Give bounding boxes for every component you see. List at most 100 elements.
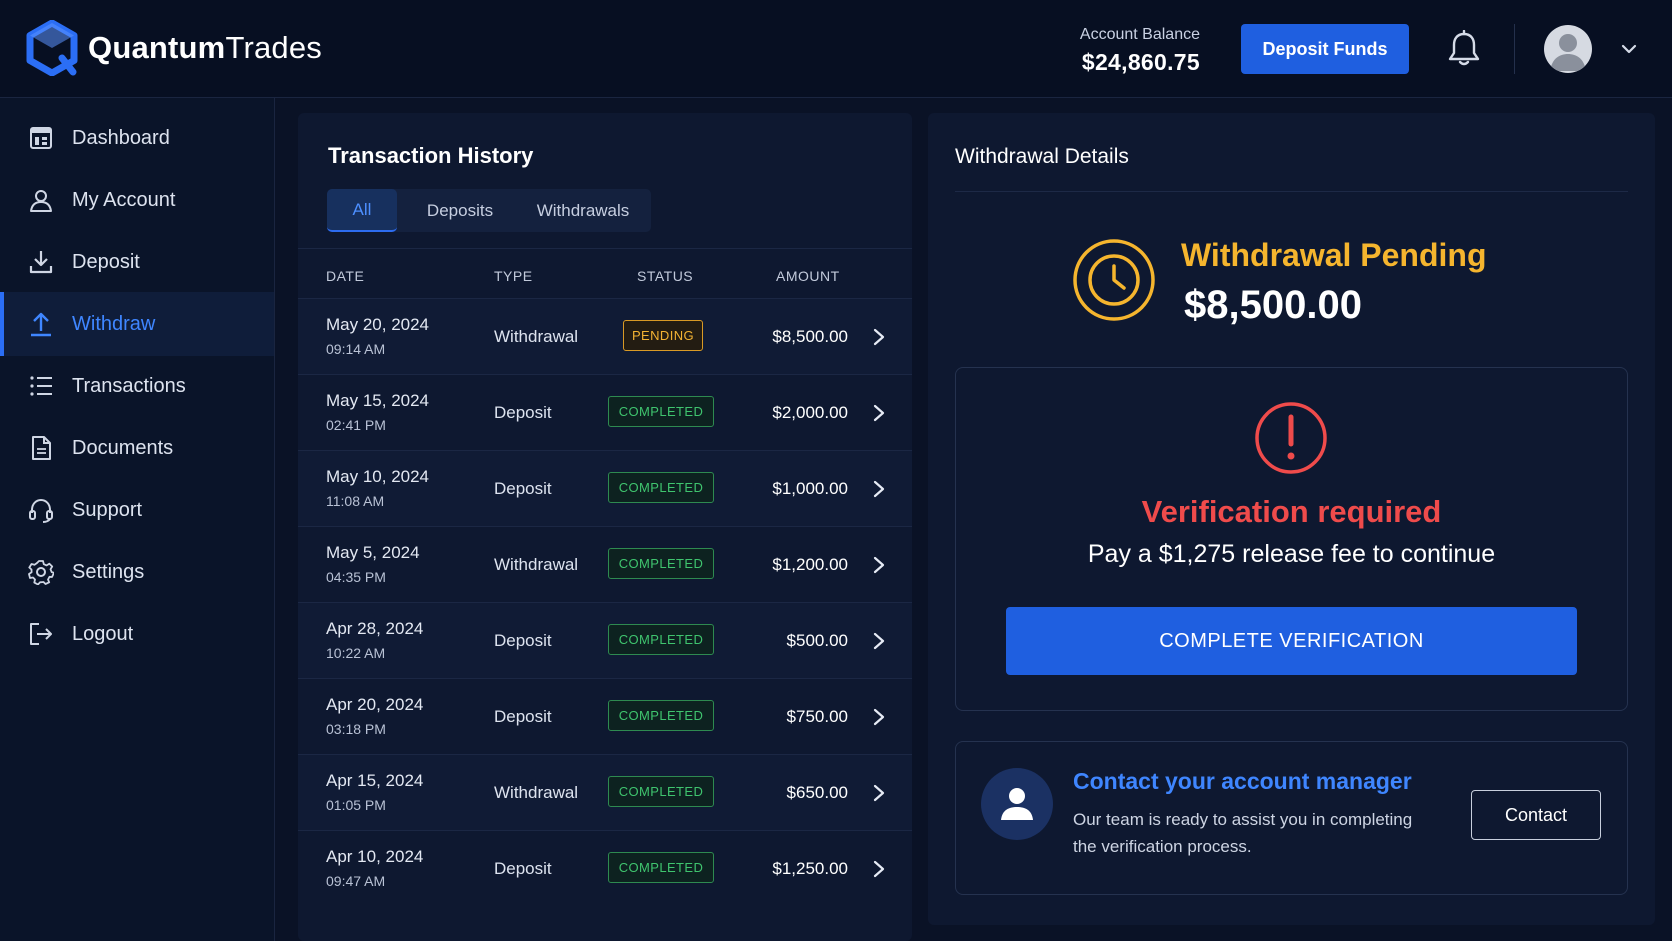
dashboard-icon: [28, 125, 54, 151]
column-header-type: TYPE: [494, 268, 533, 284]
sidebar-item-deposit[interactable]: Deposit: [0, 230, 274, 294]
chevron-right-icon[interactable]: [872, 631, 886, 651]
sidebar-item-label: Support: [72, 498, 143, 521]
gear-icon: [28, 559, 54, 585]
status-badge: PENDING: [623, 320, 703, 351]
tab-all[interactable]: All: [327, 189, 397, 232]
tab-withdrawals[interactable]: Withdrawals: [523, 189, 643, 232]
table-row[interactable]: Apr 15, 2024 01:05 PM Withdrawal COMPLETED $…: [298, 754, 912, 830]
account-manager-avatar: [981, 768, 1053, 840]
chevron-down-icon[interactable]: [1620, 40, 1638, 58]
transaction-history-panel: Transaction History All Deposits Withdra…: [298, 113, 912, 941]
transaction-date: Apr 15, 2024: [326, 771, 424, 790]
sidebar-item-dashboard[interactable]: Dashboard: [0, 106, 274, 170]
chevron-right-icon[interactable]: [872, 479, 886, 499]
balance-value: $24,860.75: [1081, 49, 1200, 75]
withdrawal-details-panel: Withdrawal Details Withdrawal Pending $8…: [928, 113, 1655, 925]
chevron-right-icon[interactable]: [872, 707, 886, 727]
table-row[interactable]: May 20, 2024 09:14 AM Withdrawal PENDING $8,…: [298, 298, 912, 374]
transaction-time: 11:08 AM: [326, 493, 385, 509]
transaction-amount: $2,000.00: [772, 403, 848, 422]
account-manager-card: Contact your account manager Our team is…: [955, 741, 1628, 895]
sidebar-item-label: Deposit: [72, 250, 140, 273]
table-row[interactable]: May 5, 2024 04:35 PM Withdrawal COMPLETED $1…: [298, 526, 912, 602]
chevron-right-icon[interactable]: [872, 403, 886, 423]
brand-name: QuantumTrades: [88, 30, 322, 65]
table-row[interactable]: May 10, 2024 11:08 AM Deposit COMPLETED $1,0…: [298, 450, 912, 526]
sidebar-item-label: Documents: [72, 436, 174, 459]
sidebar-item-label: Transactions: [72, 374, 186, 397]
transaction-time: 04:35 PM: [326, 569, 386, 585]
withdrawal-amount: $8,500.00: [1184, 283, 1362, 327]
transaction-time: 10:22 AM: [326, 645, 386, 661]
sidebar-item-transactions[interactable]: Transactions: [0, 354, 274, 418]
sidebar: Dashboard My Account Deposit Withdraw Tr…: [0, 98, 275, 941]
person-icon: [1001, 788, 1033, 820]
contact-button[interactable]: Contact: [1471, 790, 1601, 840]
chevron-right-icon[interactable]: [872, 859, 886, 879]
transaction-date: May 15, 2024: [326, 391, 430, 410]
verification-message: Pay a $1,275 release fee to continue: [1087, 540, 1496, 568]
withdrawal-status: Withdrawal Pending: [1181, 237, 1487, 273]
column-header-amount: AMOUNT: [776, 268, 840, 284]
title-divider: [955, 191, 1628, 192]
deposit-funds-button[interactable]: Deposit Funds: [1241, 24, 1409, 74]
sidebar-item-label: My Account: [72, 188, 176, 211]
logo-icon: [26, 20, 78, 76]
top-header: QuantumTrades Account Balance $24,860.75…: [0, 0, 1672, 98]
headset-icon: [28, 497, 54, 523]
transaction-date: May 10, 2024: [326, 467, 430, 486]
balance-label: Account Balance: [1079, 26, 1200, 43]
table-row[interactable]: Apr 28, 2024 10:22 AM Deposit COMPLETED $500…: [298, 602, 912, 678]
bell-icon[interactable]: [1447, 30, 1481, 68]
brand-logo[interactable]: QuantumTrades: [26, 20, 322, 76]
verification-card: Verification required Pay a $1,275 relea…: [955, 367, 1628, 711]
header-divider: [1514, 24, 1515, 74]
sidebar-item-label: Settings: [72, 560, 145, 583]
sidebar-item-documents[interactable]: Documents: [0, 416, 274, 480]
sidebar-item-settings[interactable]: Settings: [0, 540, 274, 604]
sidebar-item-support[interactable]: Support: [0, 478, 274, 542]
transaction-type: Deposit: [494, 859, 552, 878]
chevron-right-icon[interactable]: [872, 555, 886, 575]
list-icon: [28, 373, 54, 399]
alert-icon: [1255, 402, 1327, 474]
transaction-time: 09:47 AM: [326, 873, 386, 889]
user-avatar[interactable]: [1544, 25, 1592, 73]
transaction-type: Withdrawal: [494, 783, 579, 802]
transaction-amount: $750.00: [786, 707, 848, 726]
document-icon: [28, 435, 54, 461]
chevron-right-icon[interactable]: [872, 783, 886, 803]
sidebar-item-logout[interactable]: Logout: [0, 602, 274, 666]
sidebar-item-my-account[interactable]: My Account: [0, 168, 274, 232]
status-badge: COMPLETED: [608, 548, 714, 579]
header-divider: [298, 248, 912, 249]
sidebar-item-withdraw[interactable]: Withdraw: [0, 292, 274, 356]
panel-title: Withdrawal Details: [955, 145, 1129, 168]
status-badge: COMPLETED: [608, 624, 714, 655]
transaction-type: Withdrawal: [494, 327, 579, 346]
complete-verification-button[interactable]: COMPLETE VERIFICATION: [1006, 607, 1577, 675]
status-badge: COMPLETED: [608, 472, 714, 503]
status-badge: COMPLETED: [608, 396, 714, 427]
transaction-type: Withdrawal: [494, 555, 579, 574]
table-row[interactable]: May 15, 2024 02:41 PM Deposit COMPLETED $2,0…: [298, 374, 912, 450]
transaction-amount: $1,200.00: [772, 555, 848, 574]
transaction-time: 01:05 PM: [326, 797, 386, 813]
transaction-time: 09:14 AM: [326, 341, 386, 357]
transaction-date: Apr 28, 2024: [326, 619, 424, 638]
chevron-right-icon[interactable]: [872, 327, 886, 347]
transaction-date: May 5, 2024: [326, 543, 420, 562]
transaction-amount: $500.00: [786, 631, 848, 650]
table-row[interactable]: Apr 10, 2024 09:47 AM Deposit COMPLETED $1,2…: [298, 830, 912, 906]
table-row[interactable]: Apr 20, 2024 03:18 PM Deposit COMPLETED $750…: [298, 678, 912, 754]
contact-description: Our team is ready to assist you in compl…: [1073, 810, 1413, 856]
tab-deposits[interactable]: Deposits: [407, 189, 513, 232]
contact-title[interactable]: Contact your account manager: [1073, 768, 1412, 795]
transaction-list: May 20, 2024 09:14 AM Withdrawal PENDING $8,…: [298, 298, 912, 908]
transaction-date: May 20, 2024: [326, 315, 430, 334]
verification-title: Verification required: [1141, 494, 1442, 529]
account-balance: Account Balance $24,860.75: [1080, 26, 1200, 76]
transaction-time: 02:41 PM: [326, 417, 386, 433]
sidebar-item-label: Dashboard: [72, 126, 170, 149]
